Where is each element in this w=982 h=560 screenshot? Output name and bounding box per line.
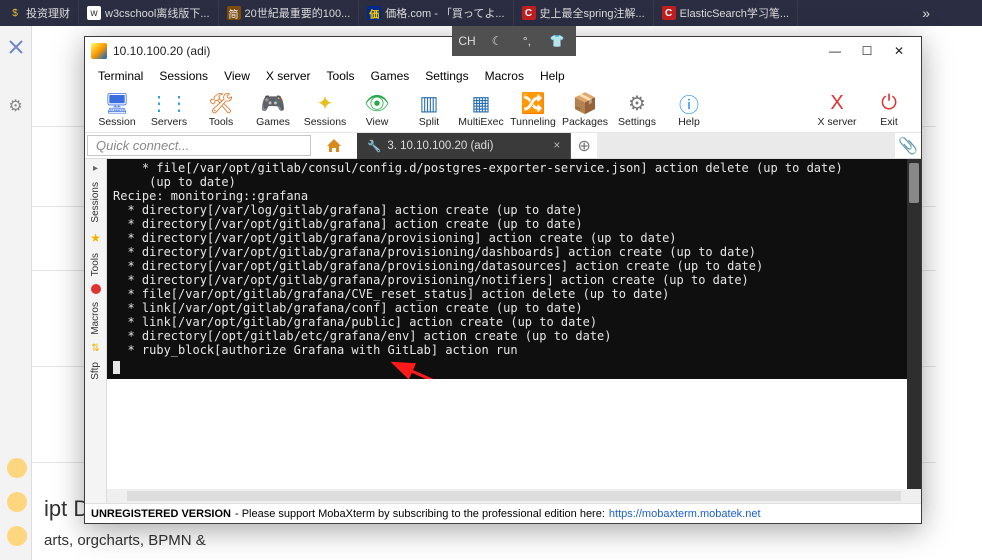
close-icon[interactable] (7, 38, 25, 56)
toolbar-tunneling-button[interactable]: 🔀Tunneling (507, 90, 559, 132)
split-icon: ▥ (415, 90, 443, 116)
ime-mode[interactable]: CH (452, 26, 482, 56)
x-server-icon: X (823, 90, 851, 116)
toolbar-session-button[interactable]: 🖥Session (91, 90, 143, 132)
browser-tab[interactable]: ww3cschool离线版下... (79, 0, 219, 26)
exit-icon: ⏻ (875, 90, 903, 116)
toolbar-servers-button[interactable]: ⋮⋮Servers (143, 90, 195, 132)
avatar (7, 492, 27, 512)
mobaxterm-window: 10.10.100.20 (adi) ― ☐ ✕ Terminal Sessio… (84, 36, 922, 524)
status-text: - Please support MobaXterm by subscribin… (235, 508, 605, 520)
expand-icon[interactable]: ▸ (93, 163, 98, 174)
side-tab-sessions[interactable]: Sessions (90, 182, 101, 223)
sessions-icon: ✦ (311, 90, 339, 116)
menu-sessions[interactable]: Sessions (152, 67, 215, 85)
avatar (7, 458, 27, 478)
ime-toolbar: CH ☾ °, 👕 (452, 26, 576, 56)
tab-close-icon[interactable]: × (553, 140, 560, 152)
tabs-overflow-icon[interactable]: » (922, 5, 930, 21)
session-icon: 🖥 (103, 90, 131, 116)
toolbar-exit-button[interactable]: ⏻Exit (863, 90, 915, 132)
toolbar-games-button[interactable]: 🎮Games (247, 90, 299, 132)
status-unregistered: UNREGISTERED VERSION (91, 508, 231, 520)
view-icon: 👁 (363, 90, 391, 116)
menu-settings[interactable]: Settings (418, 67, 475, 85)
toolbar-split-button[interactable]: ▥Split (403, 90, 455, 132)
side-tab-macros[interactable]: Macros (90, 302, 101, 335)
toolbar-view-button[interactable]: 👁View (351, 90, 403, 132)
menu-xserver[interactable]: X server (259, 67, 318, 85)
toolbar-multiexec-button[interactable]: ▦MultiExec (455, 90, 507, 132)
gear-icon[interactable]: ⚙ (0, 96, 31, 116)
toolbar: 🖥Session⋮⋮Servers🛠Tools🎮Games✦Sessions👁V… (85, 87, 921, 133)
browser-tab[interactable]: CElasticSearch学习笔... (654, 0, 798, 26)
menu-tools[interactable]: Tools (320, 67, 362, 85)
terminal-hscroll[interactable] (107, 489, 921, 503)
quick-connect-row: Quick connect... 🔧 3. 10.10.100.20 (adi)… (85, 133, 921, 159)
avatar (7, 526, 27, 546)
new-tab-button[interactable]: ⊕ (571, 133, 597, 158)
toolbar-x-server-button[interactable]: XX server (811, 90, 863, 132)
side-tab-tools[interactable]: Tools (90, 253, 101, 276)
app-icon (91, 43, 107, 59)
wrench-icon: 🔧 (367, 139, 381, 153)
transfer-icon: ⇅ (91, 343, 99, 354)
status-link[interactable]: https://mobaxterm.mobatek.net (609, 508, 761, 520)
terminal[interactable]: * file[/var/opt/gitlab/consul/config.d/p… (107, 159, 907, 379)
browser-tabs: $投资理财 ww3cschool离线版下... 简20世紀最重要的100... … (0, 0, 942, 26)
bg-text: arts, orgcharts, BPMN & (44, 532, 206, 549)
session-tab[interactable]: 🔧 3. 10.10.100.20 (adi) × (357, 133, 571, 159)
side-tabs: ▸ Sessions ★ Tools Macros ⇅ Sftp (85, 159, 107, 503)
moon-icon[interactable]: ☾ (482, 26, 512, 56)
session-tab-label: 3. 10.10.100.20 (adi) (387, 140, 493, 152)
menubar: Terminal Sessions View X server Tools Ga… (85, 65, 921, 87)
terminal-scrollbar[interactable] (907, 159, 921, 489)
settings-icon: ⚙ (623, 90, 651, 116)
browser-tab[interactable]: C史上最全spring注解... (514, 0, 654, 26)
attachment-icon[interactable]: 📎 (895, 133, 921, 158)
tab-icon: 価 (367, 6, 381, 20)
menu-view[interactable]: View (217, 67, 257, 85)
menu-help[interactable]: Help (533, 67, 572, 85)
tools-icon: 🛠 (207, 90, 235, 116)
menu-terminal[interactable]: Terminal (91, 67, 150, 85)
window-title: 10.10.100.20 (adi) (113, 44, 210, 58)
servers-icon: ⋮⋮ (155, 90, 183, 116)
home-tab[interactable] (311, 133, 357, 158)
toolbar-packages-button[interactable]: 📦Packages (559, 90, 611, 132)
packages-icon: 📦 (571, 90, 599, 116)
tab-icon: C (522, 6, 536, 20)
menu-games[interactable]: Games (364, 67, 417, 85)
maximize-button[interactable]: ☐ (851, 37, 883, 65)
browser-tab[interactable]: 简20世紀最重要的100... (219, 0, 360, 26)
menu-macros[interactable]: Macros (478, 67, 531, 85)
toolbar-sessions-button[interactable]: ✦Sessions (299, 90, 351, 132)
tab-icon: $ (8, 6, 22, 20)
close-button[interactable]: ✕ (883, 37, 915, 65)
terminal-cursor (113, 361, 120, 374)
statusbar: UNREGISTERED VERSION - Please support Mo… (85, 503, 921, 523)
browser-tab[interactable]: 価価格.com - 「買ってよ... (359, 0, 513, 26)
tab-icon: C (662, 6, 676, 20)
minimize-button[interactable]: ― (819, 37, 851, 65)
help-icon: ⓘ (675, 90, 703, 116)
multiexec-icon: ▦ (467, 90, 495, 116)
toolbar-settings-button[interactable]: ⚙Settings (611, 90, 663, 132)
side-tab-sftp[interactable]: Sftp (90, 362, 101, 380)
games-icon: 🎮 (259, 90, 287, 116)
ime-punct-icon[interactable]: °, (512, 26, 542, 56)
browser-tab[interactable]: $投资理财 (0, 0, 79, 26)
shirt-icon[interactable]: 👕 (542, 26, 572, 56)
tab-icon: w (87, 6, 101, 20)
quick-connect-input[interactable]: Quick connect... (87, 135, 311, 156)
tab-icon: 简 (227, 6, 241, 20)
star-icon: ★ (90, 231, 101, 245)
tunneling-icon: 🔀 (519, 90, 547, 116)
toolbar-help-button[interactable]: ⓘHelp (663, 90, 715, 132)
record-icon (91, 284, 101, 294)
toolbar-tools-button[interactable]: 🛠Tools (195, 90, 247, 132)
